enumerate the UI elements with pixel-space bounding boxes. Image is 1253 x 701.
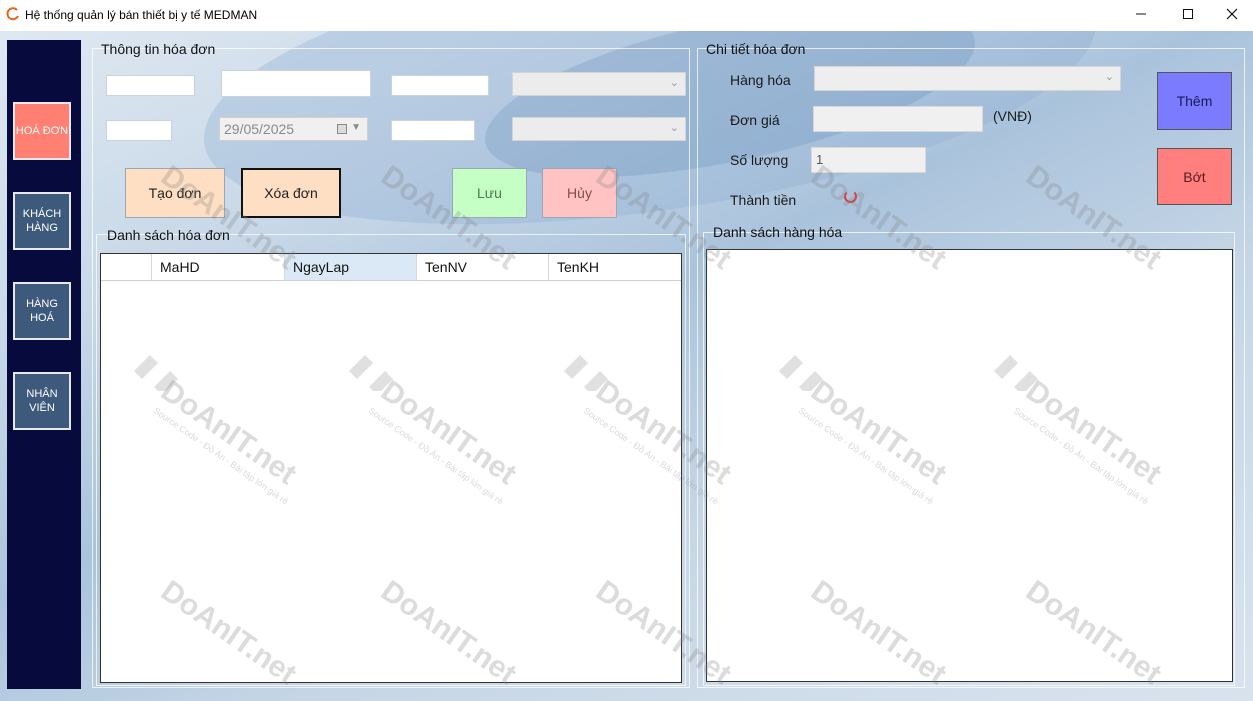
invoice-date-picker[interactable]: 29/05/2025 ▼ <box>219 117 368 141</box>
invoice-id-field[interactable] <box>106 75 195 96</box>
add-item-button[interactable]: Thêm <box>1157 72 1232 130</box>
column-header-tenkh[interactable]: TenKH <box>549 254 681 280</box>
save-button[interactable]: Lưu <box>452 168 527 218</box>
column-header-ngaylap[interactable]: NgayLap <box>285 254 417 280</box>
cancel-button[interactable]: Hủy <box>542 168 617 218</box>
unit-price-label: Đơn giá <box>730 112 780 128</box>
currency-label: (VNĐ) <box>993 108 1032 124</box>
chevron-down-icon: ▼ <box>351 122 361 133</box>
title-bar: Hệ thống quản lý bán thiết bị y tế MEDMA… <box>0 0 1253 32</box>
column-header-mahd[interactable]: MaHD <box>152 254 285 280</box>
close-icon[interactable] <box>1209 0 1253 31</box>
unit-price-field[interactable] <box>813 106 983 132</box>
invoice-field-2[interactable] <box>221 70 371 97</box>
invoice-field-5[interactable] <box>391 120 475 141</box>
quantity-field[interactable]: 1 <box>811 147 926 173</box>
product-list-title: Danh sách hàng hóa <box>713 224 843 240</box>
quantity-value: 1 <box>816 152 824 167</box>
chevron-down-icon: ⌄ <box>669 77 679 89</box>
remove-item-button[interactable]: Bớt <box>1157 148 1232 205</box>
nav-invoice-button[interactable]: HOÁ ĐƠN <box>13 102 71 160</box>
invoice-field-3[interactable] <box>391 75 489 96</box>
invoice-field-4[interactable] <box>106 120 172 141</box>
invoice-date-value: 29/05/2025 <box>224 121 295 137</box>
loading-icon <box>844 190 857 203</box>
employee-select[interactable]: ⌄ <box>512 72 686 96</box>
total-label: Thành tiền <box>730 192 797 208</box>
window-title: Hệ thống quản lý bán thiết bị y tế MEDMA… <box>25 8 258 22</box>
main-window: HOÁ ĐƠN KHÁCH HÀNG HÀNG HOÁ NHÂN VIÊN Th… <box>0 31 1253 701</box>
row-header-cell <box>101 254 152 280</box>
column-header-tennv[interactable]: TenNV <box>417 254 549 280</box>
invoice-list-title: Danh sách hóa đơn <box>107 227 230 243</box>
chevron-down-icon: ⌄ <box>669 122 679 134</box>
sidebar: HOÁ ĐƠN KHÁCH HÀNG HÀNG HOÁ NHÂN VIÊN <box>7 40 81 689</box>
invoice-table[interactable]: MaHD NgayLap TenNV TenKH <box>100 253 682 683</box>
calendar-icon <box>337 124 347 134</box>
nav-customer-button[interactable]: KHÁCH HÀNG <box>13 192 71 250</box>
minimize-icon[interactable] <box>1118 0 1164 31</box>
create-invoice-button[interactable]: Tạo đơn <box>125 168 225 218</box>
product-table[interactable] <box>706 249 1233 682</box>
invoice-table-header: MaHD NgayLap TenNV TenKH <box>101 254 681 281</box>
maximize-icon[interactable] <box>1165 0 1211 31</box>
delete-invoice-button[interactable]: Xóa đơn <box>241 168 341 218</box>
customer-select[interactable]: ⌄ <box>512 117 686 141</box>
app-icon <box>6 7 19 21</box>
product-label: Hàng hóa <box>730 72 791 88</box>
invoice-info-title: Thông tin hóa đơn <box>101 41 216 57</box>
invoice-detail-title: Chi tiết hóa đơn <box>706 41 806 57</box>
nav-employee-button[interactable]: NHÂN VIÊN <box>13 372 71 430</box>
product-select[interactable]: ⌄ <box>814 66 1121 91</box>
quantity-label: Số lượng <box>730 152 789 168</box>
nav-product-button[interactable]: HÀNG HOÁ <box>13 282 71 340</box>
chevron-down-icon: ⌄ <box>1104 71 1114 83</box>
